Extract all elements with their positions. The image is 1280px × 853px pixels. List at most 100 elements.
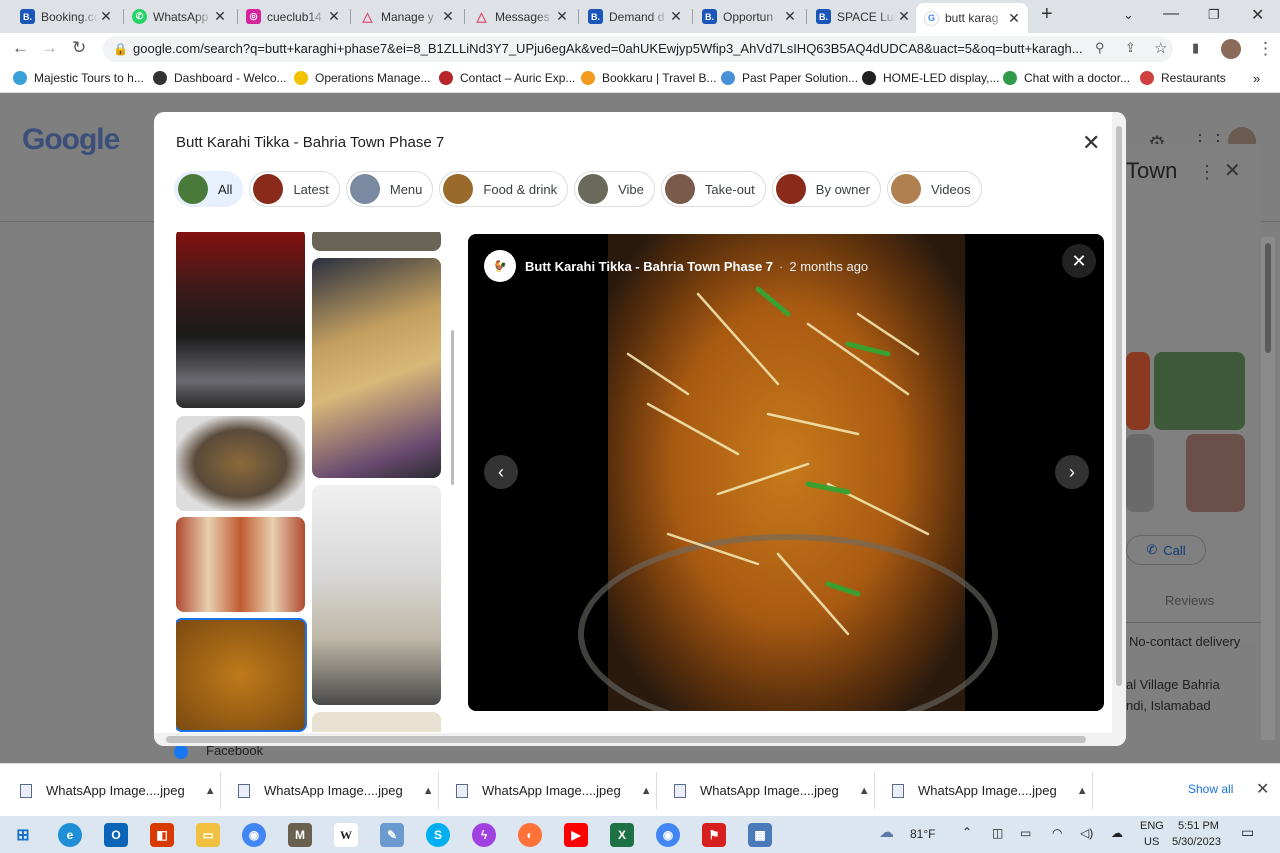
edge-icon[interactable]: e xyxy=(58,823,82,847)
panel-close-icon[interactable]: ✕ xyxy=(1224,158,1241,183)
network-icon[interactable]: ◫ xyxy=(992,826,1003,840)
weather-cloud-icon[interactable]: ☁ xyxy=(879,823,894,841)
paint-icon[interactable]: ✎ xyxy=(380,823,404,847)
chevron-up-icon[interactable]: ▲ xyxy=(205,785,216,797)
gallery-photo[interactable] xyxy=(312,485,441,705)
outlook-icon[interactable]: O xyxy=(104,823,128,847)
acrobat-icon[interactable]: ⚑ xyxy=(702,823,726,847)
dialog-close-icon[interactable]: ✕ xyxy=(1082,130,1100,156)
show-all-button[interactable]: Show all xyxy=(1188,782,1233,796)
weather-temp[interactable]: 81°F xyxy=(910,827,935,841)
battery-icon[interactable]: ▭ xyxy=(1020,826,1031,840)
close-tab-icon[interactable]: ✕ xyxy=(98,8,114,25)
calculator-icon[interactable]: ▦ xyxy=(748,823,772,847)
downloads-close-icon[interactable]: ✕ xyxy=(1256,779,1269,799)
viewer-place-name[interactable]: Butt Karahi Tikka - Bahria Town Phase 7 xyxy=(525,259,773,274)
clock-date[interactable]: 5/30/2023 xyxy=(1172,836,1221,848)
file-explorer-icon[interactable]: ▭ xyxy=(196,823,220,847)
side-panel-icon[interactable]: ▮ xyxy=(1192,40,1199,56)
share-icon[interactable]: ⇪ xyxy=(1125,40,1136,56)
next-photo-chevron-icon[interactable]: › xyxy=(1055,455,1089,489)
volume-icon[interactable]: ◁) xyxy=(1080,826,1093,840)
menu-icon[interactable]: ⋮ xyxy=(1257,39,1274,59)
tab-opportunities[interactable]: B. Opportun ✕ xyxy=(694,3,804,30)
page-scrollbar[interactable] xyxy=(1261,237,1275,740)
bookmark-item[interactable]: Contact – Auric Exp... xyxy=(439,65,575,91)
gallery-photo[interactable] xyxy=(176,517,305,612)
close-tab-icon[interactable]: ✕ xyxy=(212,8,228,25)
youtube-icon[interactable]: ▶ xyxy=(564,823,588,847)
tab-booking[interactable]: B. Booking.co ✕ xyxy=(12,3,120,30)
chevron-up-icon[interactable]: ▲ xyxy=(859,785,870,797)
bookmark-item[interactable]: Bookkaru | Travel B... xyxy=(581,65,717,91)
bookmark-item[interactable]: Past Paper Solution... xyxy=(721,65,858,91)
wifi-icon[interactable]: ◠ xyxy=(1052,826,1062,840)
viewer-close-icon[interactable]: ✕ xyxy=(1062,244,1096,278)
chevron-up-icon[interactable]: ▲ xyxy=(423,785,434,797)
call-button[interactable]: ✆ Call xyxy=(1126,535,1206,565)
window-close-icon[interactable]: ✕ xyxy=(1251,5,1264,25)
panel-photo[interactable] xyxy=(1126,434,1154,512)
excel-icon[interactable]: X xyxy=(610,823,634,847)
bookmark-item[interactable]: Restaurants xyxy=(1140,65,1226,91)
chip-take-out[interactable]: Take-out xyxy=(660,171,766,207)
tab-google-search[interactable]: G butt karag ✕ xyxy=(916,3,1028,33)
back-icon[interactable]: ← xyxy=(12,38,29,58)
clock-time[interactable]: 5:51 PM xyxy=(1178,820,1219,832)
skype-icon[interactable]: S xyxy=(426,823,450,847)
language-code[interactable]: ENG xyxy=(1140,820,1164,832)
close-tab-icon[interactable]: ✕ xyxy=(326,8,342,25)
more-options-icon[interactable]: ⋮ xyxy=(1198,162,1216,183)
close-tab-icon[interactable]: ✕ xyxy=(440,8,456,25)
gallery-photo[interactable] xyxy=(176,232,305,408)
gallery-photo[interactable] xyxy=(312,232,441,251)
profile-avatar[interactable] xyxy=(1221,39,1241,59)
bookmark-item[interactable]: Dashboard - Welco... xyxy=(153,65,287,91)
dialog-horizontal-scrollbar[interactable] xyxy=(154,733,1126,746)
bookmark-item[interactable]: Majestic Tours to h... xyxy=(13,65,144,91)
gallery-photo-selected[interactable] xyxy=(176,618,307,732)
onedrive-icon[interactable]: ☁ xyxy=(1111,826,1123,840)
notifications-icon[interactable]: ▭ xyxy=(1241,824,1254,841)
tab-messages[interactable]: △ Messages ✕ xyxy=(466,3,576,30)
language-region[interactable]: US xyxy=(1144,836,1159,848)
windows-start-icon[interactable]: ⊞ xyxy=(11,823,35,847)
chip-by-owner[interactable]: By owner xyxy=(771,171,881,207)
close-tab-icon[interactable]: ✕ xyxy=(1006,10,1022,27)
more-bookmarks-icon[interactable]: » xyxy=(1253,65,1260,91)
panel-photo[interactable] xyxy=(1186,434,1245,512)
gallery-scrollbar[interactable] xyxy=(451,330,454,485)
bookmark-item[interactable]: Chat with a doctor... xyxy=(1003,65,1130,91)
panel-photo[interactable] xyxy=(1154,352,1245,430)
bookmark-star-icon[interactable]: ☆ xyxy=(1154,39,1167,57)
app-m-icon[interactable]: M xyxy=(288,823,312,847)
download-item[interactable]: WhatsApp Image....jpeg ▲ xyxy=(892,764,1088,817)
tray-up-arrow-icon[interactable]: ⌃ xyxy=(962,825,972,839)
bookmark-item[interactable]: Operations Manage... xyxy=(294,65,430,91)
chip-all[interactable]: All xyxy=(174,171,244,207)
close-tab-icon[interactable]: ✕ xyxy=(668,8,684,25)
close-tab-icon[interactable]: ✕ xyxy=(554,8,570,25)
reviews-tab[interactable]: Reviews xyxy=(1165,593,1214,608)
place-avatar[interactable]: 🐓 xyxy=(484,250,516,282)
tab-space-lux[interactable]: B. SPACE Lux ✕ xyxy=(808,3,918,30)
office-icon[interactable]: ◧ xyxy=(150,823,174,847)
dialog-vertical-scrollbar[interactable] xyxy=(1112,112,1126,733)
wikipedia-icon[interactable]: W xyxy=(334,823,358,847)
bookmark-item[interactable]: HOME-LED display,... xyxy=(862,65,999,91)
chip-vibe[interactable]: Vibe xyxy=(574,171,655,207)
forward-icon[interactable]: → xyxy=(41,38,58,58)
tab-demand[interactable]: B. Demand d ✕ xyxy=(580,3,690,30)
download-item[interactable]: WhatsApp Image....jpeg ▲ xyxy=(20,764,216,817)
google-logo[interactable]: Google xyxy=(22,123,120,157)
new-tab-icon[interactable]: + xyxy=(1041,3,1053,26)
panel-photo[interactable] xyxy=(1126,352,1150,430)
previous-photo-chevron-icon[interactable]: ‹ xyxy=(484,455,518,489)
tab-manage[interactable]: △ Manage y ✕ xyxy=(352,3,462,30)
chevron-up-icon[interactable]: ▲ xyxy=(641,785,652,797)
tab-whatsapp[interactable]: ✆ WhatsApp ✕ xyxy=(124,3,234,30)
chip-videos[interactable]: Videos xyxy=(886,171,982,207)
restore-icon[interactable]: ❐ xyxy=(1208,7,1220,23)
reload-icon[interactable]: ↻ xyxy=(72,38,86,58)
firefox-icon[interactable]: ◐ xyxy=(518,823,542,847)
